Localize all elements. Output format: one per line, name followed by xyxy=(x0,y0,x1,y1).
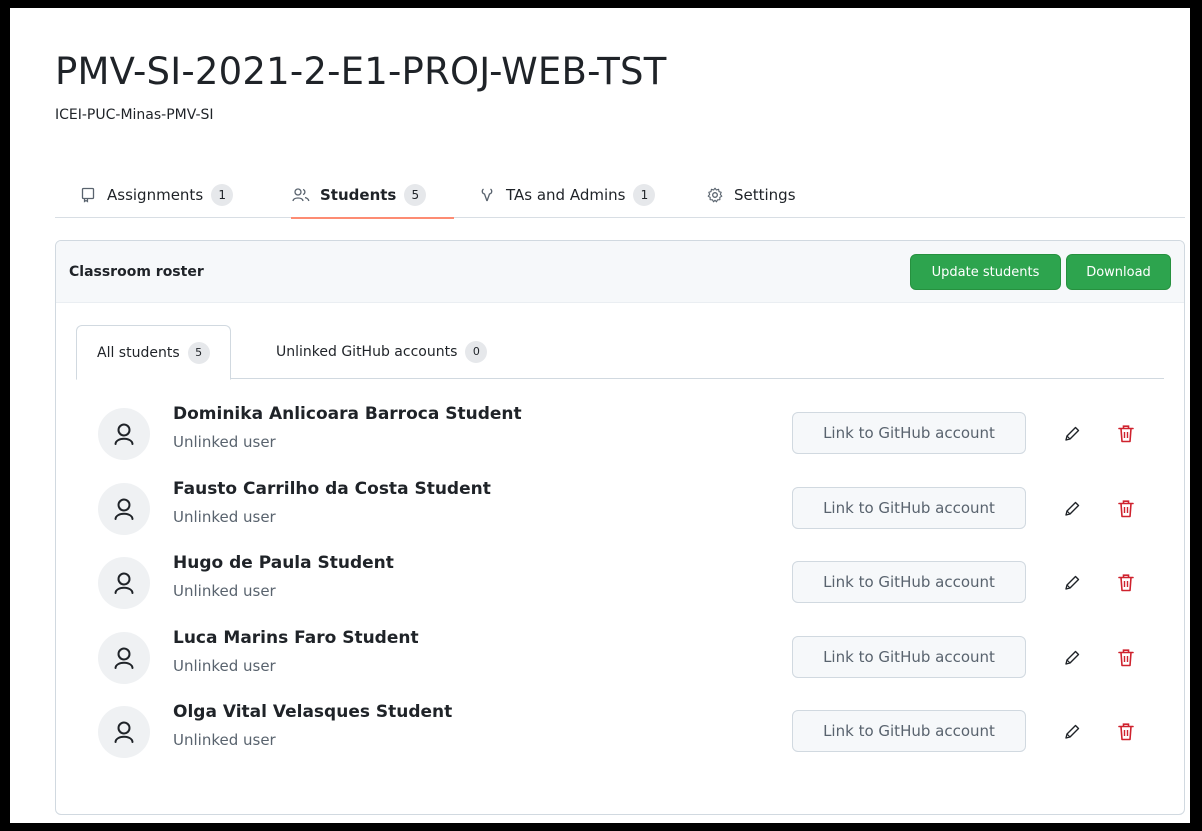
pencil-icon xyxy=(1065,724,1080,739)
student-status: Unlinked user xyxy=(173,507,276,526)
subtab-count-badge: 0 xyxy=(465,341,488,363)
student-status: Unlinked user xyxy=(173,433,276,451)
person-icon xyxy=(114,721,134,743)
student-name: Hugo de Paula Student xyxy=(173,553,394,573)
link-github-account-button[interactable]: Link to GitHub account xyxy=(792,635,1026,678)
delete-student-button[interactable] xyxy=(1114,571,1138,595)
page-frame: PMV-SI-2021-2-E1-PROJ-WEB-TST ICEI-PUC-M… xyxy=(10,8,1190,823)
person-icon xyxy=(114,572,134,594)
delete-student-button[interactable] xyxy=(1114,497,1138,521)
download-button[interactable]: Download xyxy=(1066,254,1171,290)
subtab-all-students[interactable]: All students 5 xyxy=(76,325,231,380)
tab-students[interactable]: Students 5 xyxy=(291,172,454,219)
subtab-label: All students xyxy=(97,344,180,361)
student-name: Dominika Anlicoara Barroca Student xyxy=(173,404,522,424)
edit-student-button[interactable] xyxy=(1060,571,1084,595)
organization-name[interactable]: ICEI-PUC-Minas-PMV-SI xyxy=(55,107,214,123)
update-students-button[interactable]: Update students xyxy=(910,254,1061,290)
avatar xyxy=(98,482,150,535)
edit-student-button[interactable] xyxy=(1060,720,1084,744)
tab-count-badge: 5 xyxy=(404,184,427,206)
pencil-icon xyxy=(1065,501,1080,516)
trash-icon xyxy=(1118,648,1134,666)
student-row: Dominika Anlicoara Barroca Student Unlin… xyxy=(98,397,1168,471)
tab-settings[interactable]: Settings xyxy=(705,172,796,218)
tab-label: Students xyxy=(320,186,397,204)
roster-header: Classroom roster Update students Downloa… xyxy=(56,241,1184,303)
delete-student-button[interactable] xyxy=(1114,422,1138,446)
student-name: Fausto Carrilho da Costa Student xyxy=(173,478,491,499)
avatar xyxy=(98,631,150,684)
link-github-account-button[interactable]: Link to GitHub account xyxy=(792,486,1026,529)
person-icon xyxy=(114,498,134,520)
student-name: Olga Vital Velasques Student xyxy=(173,702,453,722)
avatar xyxy=(98,408,150,460)
tab-assignments[interactable]: Assignments 1 xyxy=(78,172,234,218)
trash-icon xyxy=(1118,499,1134,517)
subtab-count-badge: 5 xyxy=(187,341,210,364)
tools-icon xyxy=(477,185,497,205)
student-row: Fausto Carrilho da Costa Student Unlinke… xyxy=(98,472,1168,546)
trash-icon xyxy=(1118,574,1134,592)
tab-count-badge: 1 xyxy=(633,184,656,206)
tab-label: TAs and Admins xyxy=(506,186,626,204)
subtab-unlinked-accounts[interactable]: Unlinked GitHub accounts 0 xyxy=(256,325,507,379)
student-status: Unlinked user xyxy=(173,731,276,749)
roster-subtabs: All students 5 Unlinked GitHub accounts … xyxy=(76,325,1164,380)
tab-label: Settings xyxy=(734,186,796,204)
pencil-icon xyxy=(1065,650,1080,665)
people-icon xyxy=(291,185,311,205)
trash-icon xyxy=(1118,723,1134,741)
delete-student-button[interactable] xyxy=(1114,646,1138,670)
tab-count-badge: 1 xyxy=(211,184,234,206)
pencil-icon xyxy=(1065,426,1080,441)
student-status: Unlinked user xyxy=(173,582,276,600)
link-github-account-button[interactable]: Link to GitHub account xyxy=(792,561,1026,603)
person-icon xyxy=(114,647,134,669)
edit-student-button[interactable] xyxy=(1060,497,1084,521)
gear-icon xyxy=(705,185,725,205)
student-row: Olga Vital Velasques Student Unlinked us… xyxy=(98,695,1168,769)
person-icon xyxy=(114,423,134,445)
edit-student-button[interactable] xyxy=(1060,422,1084,446)
student-name: Luca Marins Faro Student xyxy=(173,627,419,648)
student-row: Hugo de Paula Student Unlinked user Link… xyxy=(98,546,1168,620)
link-github-account-button[interactable]: Link to GitHub account xyxy=(792,710,1026,752)
classroom-tabs: Assignments 1 Students 5 TAs and Admins … xyxy=(55,172,1185,219)
avatar xyxy=(98,557,150,609)
repo-icon xyxy=(78,185,98,205)
trash-icon xyxy=(1118,425,1134,443)
roster-title: Classroom roster xyxy=(69,264,204,280)
tab-label: Assignments xyxy=(107,186,204,204)
pencil-icon xyxy=(1065,575,1080,590)
subtab-label: Unlinked GitHub accounts xyxy=(276,344,458,360)
delete-student-button[interactable] xyxy=(1114,720,1138,744)
edit-student-button[interactable] xyxy=(1060,646,1084,670)
page-title: PMV-SI-2021-2-E1-PROJ-WEB-TST xyxy=(55,50,667,93)
avatar xyxy=(98,706,150,758)
link-github-account-button[interactable]: Link to GitHub account xyxy=(792,412,1026,454)
student-row: Luca Marins Faro Student Unlinked user L… xyxy=(98,621,1168,695)
classroom-roster-panel: Classroom roster Update students Downloa… xyxy=(55,240,1185,815)
student-status: Unlinked user xyxy=(173,656,276,675)
tab-tas-admins[interactable]: TAs and Admins 1 xyxy=(477,172,656,218)
